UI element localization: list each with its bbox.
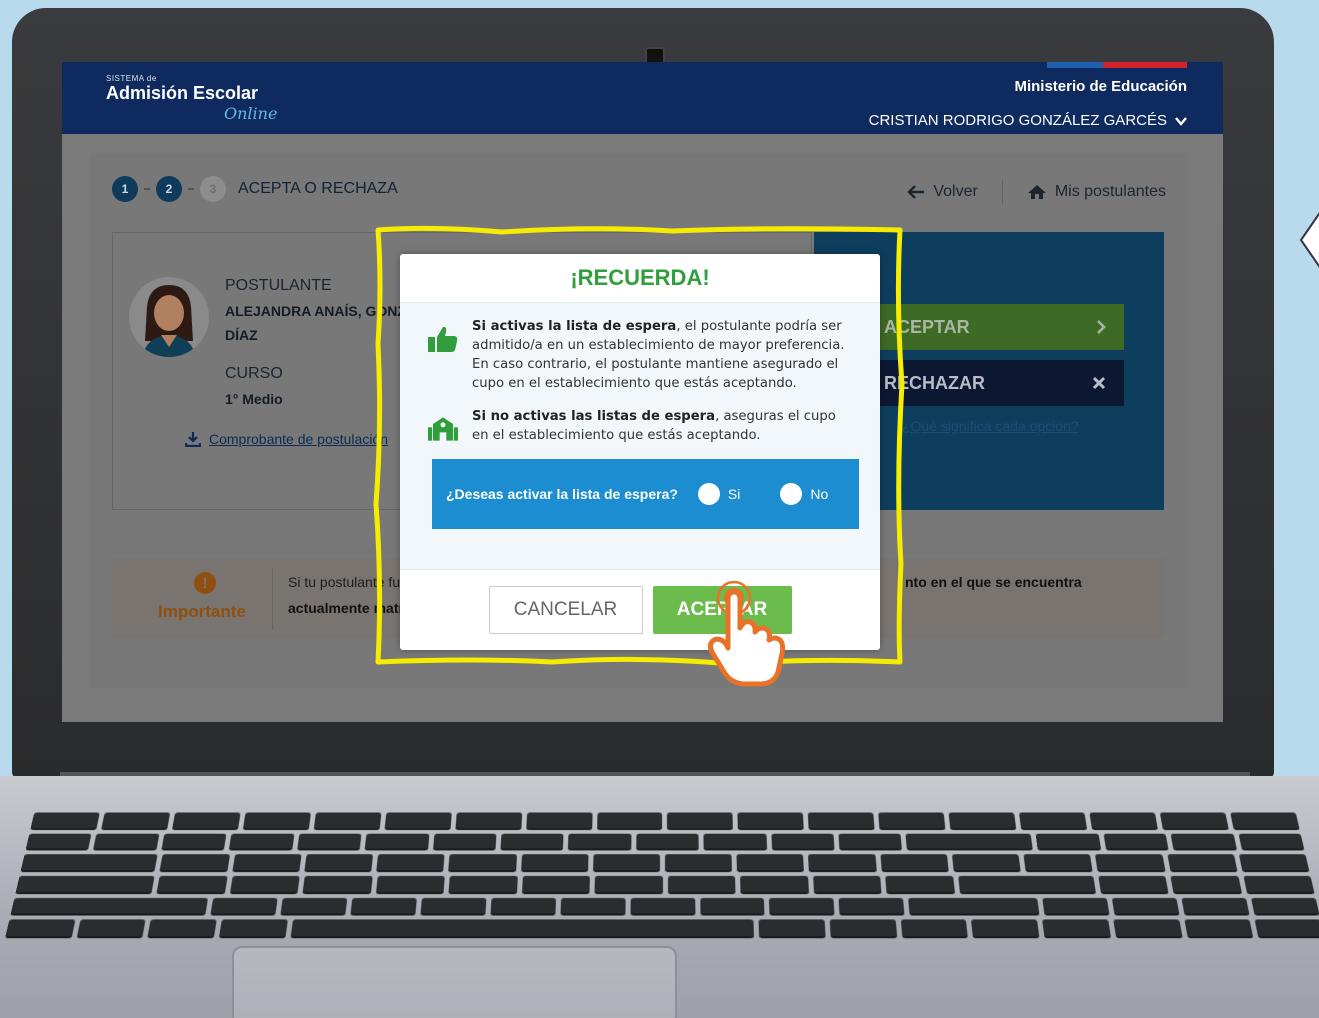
radio-no-circle[interactable] [780, 483, 802, 505]
radio-yes-label: Si [728, 486, 740, 502]
important-title: Importante [158, 602, 246, 622]
step-1: 1 [112, 176, 138, 202]
my-applicants-label: Mis postulantes [1055, 183, 1166, 201]
step-title: ACEPTA O RECHAZA [238, 180, 398, 198]
waitlist-off-bold: Si no activas las listas de espera [472, 409, 715, 424]
modal-body: Si activas la lista de espera, el postul… [400, 302, 880, 570]
options-help-link[interactable]: ¿Qué significa cada opción? [902, 418, 1079, 434]
step-indicator: 1 2 3 ACEPTA O RECHAZA [112, 176, 398, 202]
site-header: SISTEMA de Admisión Escolar Online Minis… [62, 62, 1223, 134]
keyboard [5, 813, 1319, 939]
thumbs-up-icon [428, 325, 458, 353]
radio-no-label: No [810, 486, 828, 502]
download-icon [185, 431, 201, 447]
modal-cancel-button[interactable]: CANCELAR [489, 586, 643, 634]
reject-button[interactable]: RECHAZAR [868, 360, 1124, 406]
ministry-name: Ministerio de Educación [1014, 78, 1187, 95]
waitlist-off-text: Si no activas las listas de espera, aseg… [472, 407, 854, 445]
reminder-modal: ¡RECUERDA! Si activas la lista de espera… [400, 254, 880, 650]
radio-yes[interactable]: Si [698, 483, 740, 505]
touchpad [232, 946, 677, 1018]
flag-stripe [1047, 62, 1187, 68]
important-text-2: actualmente matr [288, 600, 404, 616]
important-text-1: Si tu postulante fu [288, 574, 400, 590]
carousel-prev-icon[interactable] [1297, 180, 1319, 300]
browser-screen: SISTEMA de Admisión Escolar Online Minis… [62, 62, 1223, 722]
accept-button-label: ACEPTAR [884, 317, 970, 338]
important-text-3: nto en el que se encuentra [905, 574, 1082, 590]
modal-accept-button[interactable]: ACEPTAR [653, 586, 792, 634]
applicant-name-line1: ALEJANDRA ANAÍS, GONZ [225, 303, 406, 319]
chevron-right-icon [1096, 319, 1106, 335]
receipt-link[interactable]: Comprobante de postulación [185, 431, 388, 447]
radio-yes-circle[interactable] [698, 483, 720, 505]
top-nav: Volver Mis postulantes [907, 180, 1166, 204]
step-2: 2 [156, 176, 182, 202]
step-3: 3 [200, 176, 226, 202]
warning-icon: ! [194, 572, 216, 594]
close-icon [1092, 376, 1106, 390]
arrow-left-icon [907, 185, 925, 199]
waitlist-on-message: Si activas la lista de espera, el postul… [428, 317, 854, 393]
logo-small-text: SISTEMA de [106, 74, 258, 83]
back-label: Volver [933, 183, 977, 201]
waitlist-question: ¿Deseas activar la lista de espera? Si N… [432, 459, 859, 529]
site-logo[interactable]: SISTEMA de Admisión Escolar Online [106, 74, 258, 104]
modal-title: ¡RECUERDA! [400, 254, 880, 302]
user-menu[interactable]: CRISTIAN RODRIGO GONZÁLEZ GARCÉS [869, 112, 1187, 129]
waitlist-on-bold: Si activas la lista de espera [472, 319, 676, 334]
chevron-down-icon [1175, 116, 1187, 126]
accept-button[interactable]: ACEPTAR [868, 304, 1124, 350]
applicant-label: POSTULANTE [225, 277, 332, 295]
course-value: 1° Medio [225, 391, 283, 407]
back-link[interactable]: Volver [907, 183, 977, 201]
logo-main-text: Admisión Escolar [106, 83, 258, 104]
course-label: CURSO [225, 365, 283, 383]
waitlist-question-label: ¿Deseas activar la lista de espera? [446, 486, 678, 502]
waitlist-off-message: Si no activas las listas de espera, aseg… [428, 407, 854, 445]
applicant-name-line2: DÍAZ [225, 327, 258, 343]
logo-script-text: Online [224, 104, 277, 123]
user-name: CRISTIAN RODRIGO GONZÁLEZ GARCÉS [869, 112, 1167, 129]
waitlist-on-text: Si activas la lista de espera, el postul… [472, 317, 854, 393]
school-icon [428, 415, 458, 443]
modal-footer: CANCELAR ACEPTAR [400, 570, 880, 650]
home-icon [1027, 184, 1047, 200]
my-applicants-link[interactable]: Mis postulantes [1027, 183, 1166, 201]
reject-button-label: RECHAZAR [884, 373, 985, 394]
radio-no[interactable]: No [780, 483, 828, 505]
avatar [129, 277, 209, 357]
receipt-link-label: Comprobante de postulación [209, 431, 388, 447]
